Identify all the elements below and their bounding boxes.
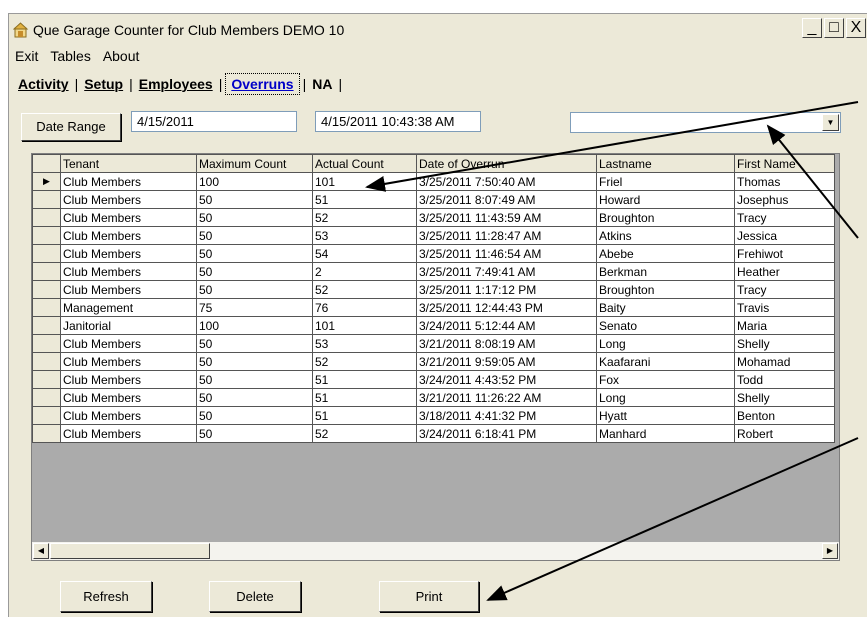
annotation-arrows	[365, 101, 859, 601]
annotation-arrow	[766, 124, 859, 239]
annotation-arrow	[365, 101, 859, 192]
annotation-arrow	[486, 437, 859, 601]
